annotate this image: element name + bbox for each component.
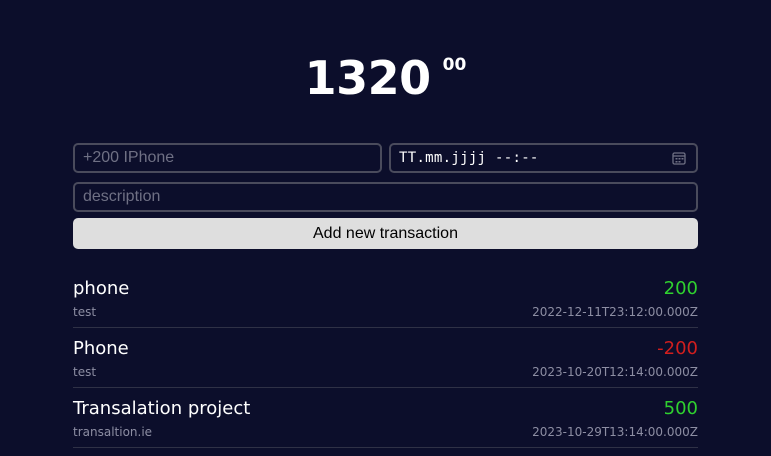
new-transaction-form: TT.mm.jjjj --:-- Add new transaction — [73, 143, 698, 249]
transaction-datetime: 2023-10-29T13:14:00.000Z — [532, 425, 698, 439]
transaction-description: test — [73, 365, 97, 379]
add-transaction-button[interactable]: Add new transaction — [73, 218, 698, 249]
transaction-amount: 200 — [663, 278, 698, 299]
description-input[interactable] — [73, 182, 698, 212]
transaction-item[interactable]: phone test 200 2022-12-11T23:12:00.000Z — [73, 268, 698, 328]
datetime-input[interactable]: TT.mm.jjjj --:-- — [389, 143, 698, 173]
transaction-description: transaltion.ie — [73, 425, 153, 439]
transaction-item[interactable]: Transalation project transaltion.ie 500 … — [73, 388, 698, 448]
transaction-datetime: 2023-10-20T12:14:00.000Z — [532, 365, 698, 379]
transaction-amount: 500 — [663, 398, 698, 419]
datetime-placeholder: TT.mm.jjjj --:-- — [399, 150, 539, 166]
transaction-name: Phone — [73, 338, 129, 359]
transaction-description: test — [73, 305, 97, 319]
balance-amount: 1320 — [304, 51, 432, 105]
transaction-name: phone — [73, 278, 130, 299]
form-top-row: TT.mm.jjjj --:-- — [73, 143, 698, 173]
app-container: 1320 00 TT.mm.jjjj --:-- Add new transact… — [0, 0, 771, 456]
transaction-datetime: 2022-12-11T23:12:00.000Z — [532, 305, 698, 319]
transaction-name: Transalation project — [73, 398, 251, 419]
balance-display: 1320 00 — [0, 48, 771, 108]
transaction-list: phone test 200 2022-12-11T23:12:00.000Z … — [73, 268, 698, 448]
calendar-icon[interactable] — [672, 151, 686, 165]
transaction-amount: -200 — [657, 338, 698, 359]
balance-cents: 00 — [442, 55, 467, 75]
transaction-name-input[interactable] — [73, 143, 382, 173]
transaction-item[interactable]: Phone test -200 2023-10-20T12:14:00.000Z — [73, 328, 698, 388]
